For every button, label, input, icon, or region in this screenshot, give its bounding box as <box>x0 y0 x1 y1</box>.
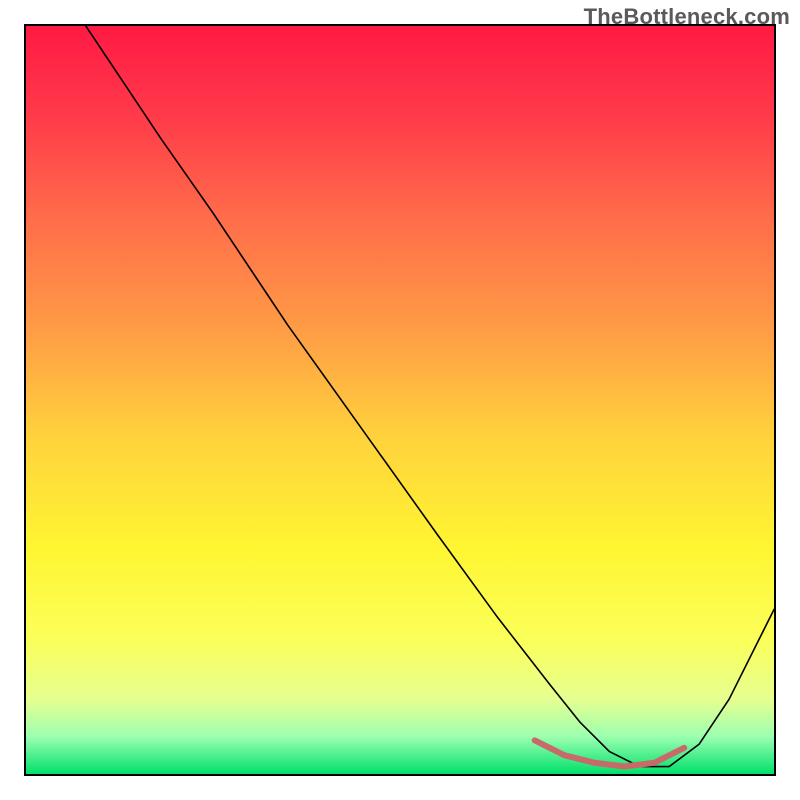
plot-svg <box>26 26 774 774</box>
gradient-background <box>26 26 774 774</box>
plot-frame <box>24 24 776 776</box>
chart-canvas: TheBottleneck.com <box>0 0 800 800</box>
